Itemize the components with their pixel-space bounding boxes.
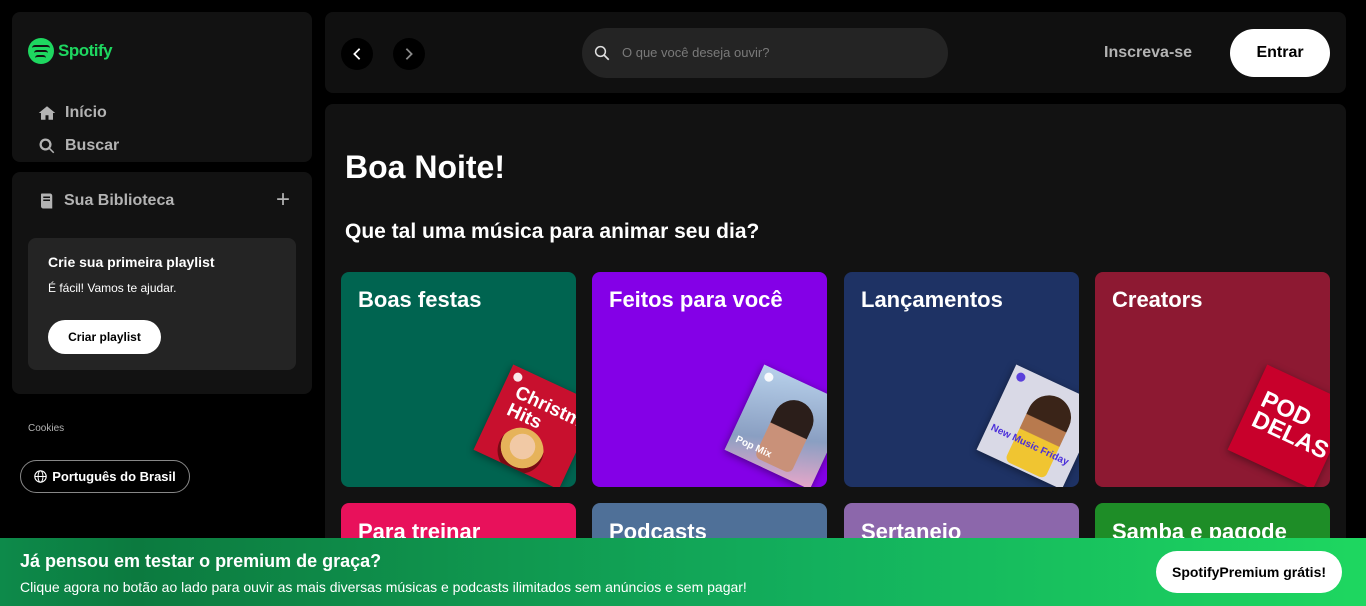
create-playlist-card: Crie sua primeira playlist É fácil! Vamo… [28,238,296,370]
card-art-portrait [754,393,821,474]
login-button[interactable]: Entrar [1230,29,1330,77]
premium-banner[interactable]: Já pensou em testar o premium de graça? … [0,538,1366,606]
main-content: Boa Noite! Que tal uma música para anima… [325,104,1346,564]
spotify-logo[interactable]: Spotify [28,38,113,64]
genre-card-boas-festas[interactable]: Boas festas Christmas Hits [341,272,576,487]
create-playlist-subtitle: É fácil! Vamos te ajudar. [48,281,177,295]
banner-title: Já pensou em testar o premium de graça? [20,551,382,571]
nav-home-label: Início [65,104,107,121]
add-library-button[interactable]: + [276,188,290,212]
library-title: Sua Biblioteca [64,192,175,209]
card-art-pop-mix: Pop Mix [724,364,827,487]
library-panel: Sua Biblioteca + Crie sua primeira playl… [12,172,312,394]
genre-card-creators[interactable]: Creators POD DELAS [1095,272,1330,487]
library-header[interactable]: Sua Biblioteca [38,192,174,210]
language-button[interactable]: Português do Brasil [20,460,190,493]
card-label: Lançamentos [861,287,1003,312]
search-icon [594,45,610,61]
genre-card-feitos-para-voce[interactable]: Feitos para você Pop Mix [592,272,827,487]
card-label: Creators [1112,287,1203,312]
signup-button[interactable]: Inscreva-se [1104,44,1192,62]
chevron-right-icon [405,48,413,60]
page-title: Boa Noite! [345,149,505,185]
nav-search[interactable]: Buscar [38,137,119,155]
card-label: Feitos para você [609,287,783,312]
nav-search-label: Buscar [65,137,120,154]
create-playlist-title: Crie sua primeira playlist [48,254,215,270]
language-label: Português do Brasil [52,469,176,484]
globe-icon [34,470,47,483]
chevron-left-icon [353,48,361,60]
search-placeholder: O que você deseja ouvir? [622,45,770,60]
search-input[interactable]: O que você deseja ouvir? [582,28,948,78]
card-art-pod-delas: POD DELAS [1227,364,1330,487]
card-art-new-music-friday: New Music Friday [976,364,1079,487]
logo-text: Spotify [58,41,113,60]
forward-button[interactable] [393,38,425,70]
spotify-app: Spotify Início Buscar Sua Biblioteca + C… [0,0,1366,606]
card-art-text: POD DELAS [1247,385,1330,465]
spotify-logo-icon [28,38,54,64]
home-icon [38,106,56,120]
create-playlist-button[interactable]: Criar playlist [48,320,161,354]
search-icon [39,138,55,154]
card-label: Boas festas [358,287,482,312]
nav-home[interactable]: Início [38,104,107,122]
premium-free-button[interactable]: SpotifyPremium grátis! [1156,551,1342,593]
cookies-link[interactable]: Cookies [28,423,64,434]
banner-subtitle: Clique agora no botão ao lado para ouvir… [20,579,747,595]
section-title: Que tal uma música para animar seu dia? [345,220,760,243]
top-bar: O que você deseja ouvir? Inscreva-se Ent… [325,12,1346,93]
card-art-christmas: Christmas Hits [473,364,576,487]
genre-card-lancamentos[interactable]: Lançamentos New Music Friday [844,272,1079,487]
library-icon [41,193,53,209]
sidebar-nav: Spotify Início Buscar [12,12,312,162]
back-button[interactable] [341,38,373,70]
